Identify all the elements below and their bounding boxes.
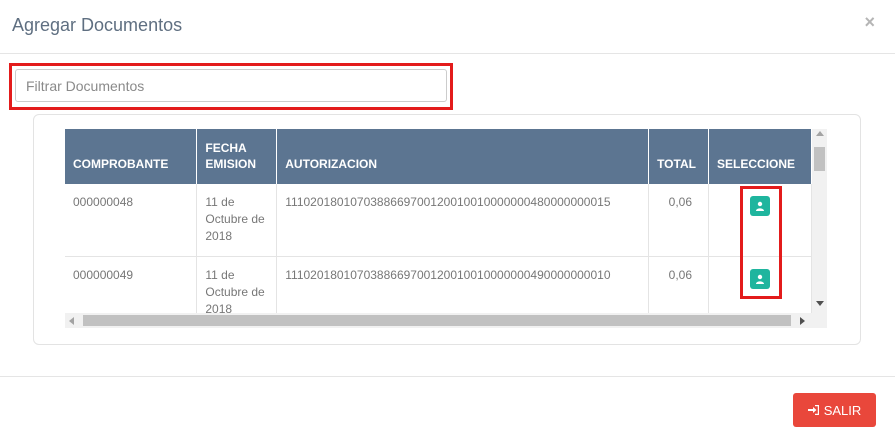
add-documents-modal: Agregar Documentos × COMPROBANTE FECHA E… [0, 0, 895, 442]
cell-total: 0,06 [648, 184, 710, 257]
select-document-button[interactable] [750, 268, 771, 289]
modal-header: Agregar Documentos × [0, 0, 895, 54]
header-seleccione: SELECCIONE [708, 129, 812, 184]
header-fecha-emision: FECHA EMISION [196, 129, 278, 184]
salir-button[interactable]: SALIR [793, 393, 876, 427]
cell-comprobante: 000000049 [65, 256, 198, 313]
scroll-up-icon[interactable] [816, 131, 824, 136]
scroll-down-icon[interactable] [816, 301, 824, 306]
cell-fecha: 11 de Octubre de 2018 [196, 184, 278, 257]
horizontal-scrollbar[interactable] [65, 313, 827, 328]
table-row: 000000048 11 de Octubre de 2018 11102018… [65, 184, 812, 257]
filter-highlight-box [9, 63, 453, 110]
table-row: 000000049 11 de Octubre de 2018 11102018… [65, 256, 812, 313]
scroll-right-icon[interactable] [800, 317, 805, 325]
documents-table: COMPROBANTE FECHA EMISION AUTORIZACION T… [65, 129, 812, 313]
scroll-left-icon[interactable] [69, 317, 74, 325]
select-document-button[interactable] [750, 196, 771, 216]
modal-footer: SALIR [0, 376, 895, 442]
cell-autorizacion: 1110201801070388669700120010010000000490… [276, 256, 650, 313]
header-comprobante: COMPROBANTE [65, 129, 198, 184]
filter-documents-input[interactable] [15, 69, 447, 102]
salir-label: SALIR [823, 402, 862, 418]
documents-table-viewport: COMPROBANTE FECHA EMISION AUTORIZACION T… [65, 129, 812, 313]
close-button[interactable]: × [864, 12, 875, 33]
header-autorizacion: AUTORIZACION [276, 129, 650, 184]
cell-fecha: 11 de Octubre de 2018 [196, 256, 278, 313]
vertical-scroll-thumb[interactable] [814, 147, 825, 171]
cell-total: 0,06 [648, 256, 710, 313]
header-total: TOTAL [648, 129, 710, 184]
cell-seleccione [708, 184, 812, 257]
table-header-row: COMPROBANTE FECHA EMISION AUTORIZACION T… [65, 129, 812, 184]
sign-in-icon [807, 405, 819, 415]
horizontal-scroll-thumb[interactable] [83, 315, 791, 326]
cell-comprobante: 000000048 [65, 184, 198, 257]
modal-title: Agregar Documentos [12, 15, 183, 35]
cell-seleccione [708, 256, 812, 313]
user-icon [756, 201, 765, 211]
vertical-scrollbar[interactable] [812, 129, 827, 313]
cell-autorizacion: 1110201801070388669700120010010000000480… [276, 184, 650, 257]
user-icon [756, 274, 765, 284]
